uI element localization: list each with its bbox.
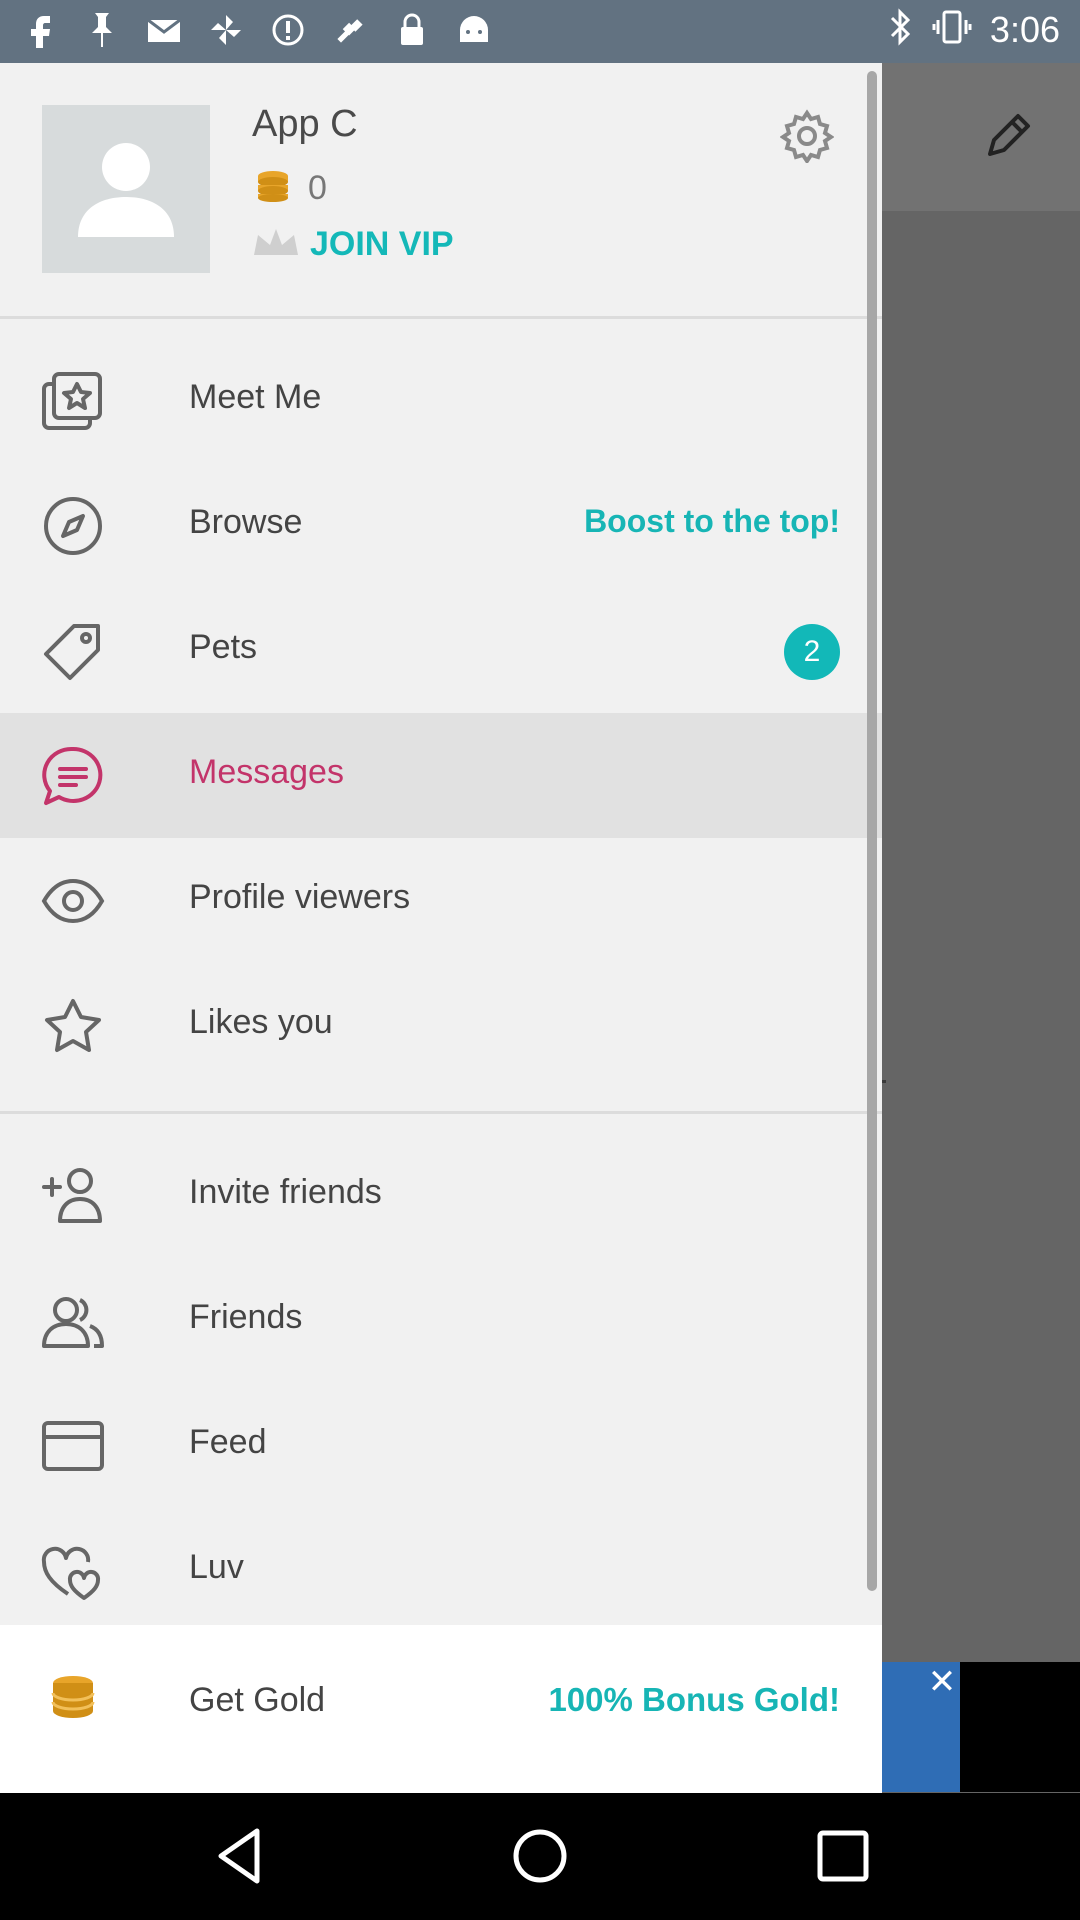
recents-icon[interactable]	[808, 1821, 878, 1891]
menu-item-invite-friends[interactable]: Invite friends	[0, 1133, 882, 1258]
menu-item-friends[interactable]: Friends	[0, 1258, 882, 1383]
gold-coins-icon	[48, 1673, 98, 1723]
close-icon[interactable]: ✕	[924, 1664, 960, 1700]
fake-gps-icon	[332, 10, 368, 50]
divider	[0, 1111, 882, 1114]
mail-icon	[146, 10, 182, 50]
back-icon[interactable]	[205, 1821, 275, 1891]
coins-row[interactable]: 0	[256, 169, 327, 208]
compass-icon	[40, 495, 106, 557]
chat-icon	[40, 745, 106, 807]
menu-item-luv[interactable]: Luv	[0, 1508, 882, 1633]
alert-icon	[270, 10, 306, 50]
android-icon	[456, 10, 492, 50]
crown-icon	[252, 227, 300, 262]
lock-icon	[394, 10, 430, 50]
hearts-icon	[40, 1540, 106, 1602]
add-person-icon	[40, 1165, 106, 1227]
boost-promo[interactable]: Boost to the top!	[584, 503, 840, 540]
scrollbar[interactable]	[867, 71, 877, 1591]
menu-item-label: Pets	[189, 628, 258, 666]
menu-item-label: Messages	[189, 753, 344, 791]
bluetooth-icon	[888, 8, 914, 51]
coin-stack-icon	[256, 170, 290, 207]
facebook-icon	[22, 10, 58, 50]
menu-item-label: Friends	[189, 1298, 303, 1336]
status-bar: 3:06	[0, 0, 1080, 63]
tag-icon	[40, 620, 106, 682]
feed-icon	[40, 1415, 106, 1477]
profile-header[interactable]: App C 0 JOIN VIP	[0, 63, 882, 316]
menu-item-label: Meet Me	[189, 378, 322, 416]
menu-item-profile-viewers[interactable]: Profile viewers	[0, 838, 882, 963]
menu-item-label: Profile viewers	[189, 878, 411, 916]
divider	[0, 316, 882, 319]
pin-icon	[84, 10, 120, 50]
bonus-gold-promo: 100% Bonus Gold!	[548, 1681, 840, 1718]
pets-count-badge: 2	[784, 624, 840, 680]
join-vip-label: JOIN VIP	[310, 225, 454, 263]
meet-me-icon	[40, 370, 106, 432]
menu-item-likes-you[interactable]: Likes you	[0, 963, 882, 1088]
get-gold-label: Get Gold	[189, 1681, 326, 1719]
menu-item-feed[interactable]: Feed	[0, 1383, 882, 1508]
menu-item-messages[interactable]: Messages	[0, 713, 882, 838]
get-gold-button[interactable]: Get Gold 100% Bonus Gold!	[0, 1625, 882, 1793]
navigation-bar	[0, 1793, 1080, 1920]
clock: 3:06	[989, 8, 1060, 50]
avatar[interactable]	[42, 105, 210, 273]
join-vip-button[interactable]: JOIN VIP	[252, 225, 454, 264]
menu-item-pets[interactable]: Pets 2	[0, 588, 882, 713]
system-icons: 3:06	[888, 8, 1060, 51]
profile-name: App C	[252, 103, 358, 145]
people-icon	[40, 1290, 106, 1352]
star-icon	[40, 995, 106, 1057]
menu-item-label: Luv	[189, 1548, 244, 1586]
notification-icons	[22, 10, 492, 50]
menu-item-label: Likes you	[189, 1003, 333, 1041]
ad-banner[interactable]: ✕	[880, 1662, 1080, 1792]
eye-icon	[40, 870, 106, 932]
pencil-icon[interactable]	[980, 108, 1036, 164]
menu-item-browse[interactable]: Browse Boost to the top!	[0, 463, 882, 588]
coin-count: 0	[308, 169, 327, 207]
home-icon[interactable]	[505, 1821, 575, 1891]
menu-item-label: Invite friends	[189, 1173, 382, 1211]
menu-item-label: Feed	[189, 1423, 267, 1461]
pinwheel-icon	[208, 10, 244, 50]
vibrate-icon	[932, 8, 972, 51]
gear-icon[interactable]	[779, 109, 835, 165]
navigation-drawer: App C 0 JOIN VIP Meet Me Browse Boost to…	[0, 63, 882, 1793]
menu-item-label: Browse	[189, 503, 303, 541]
menu-item-meet-me[interactable]: Meet Me	[0, 338, 882, 463]
